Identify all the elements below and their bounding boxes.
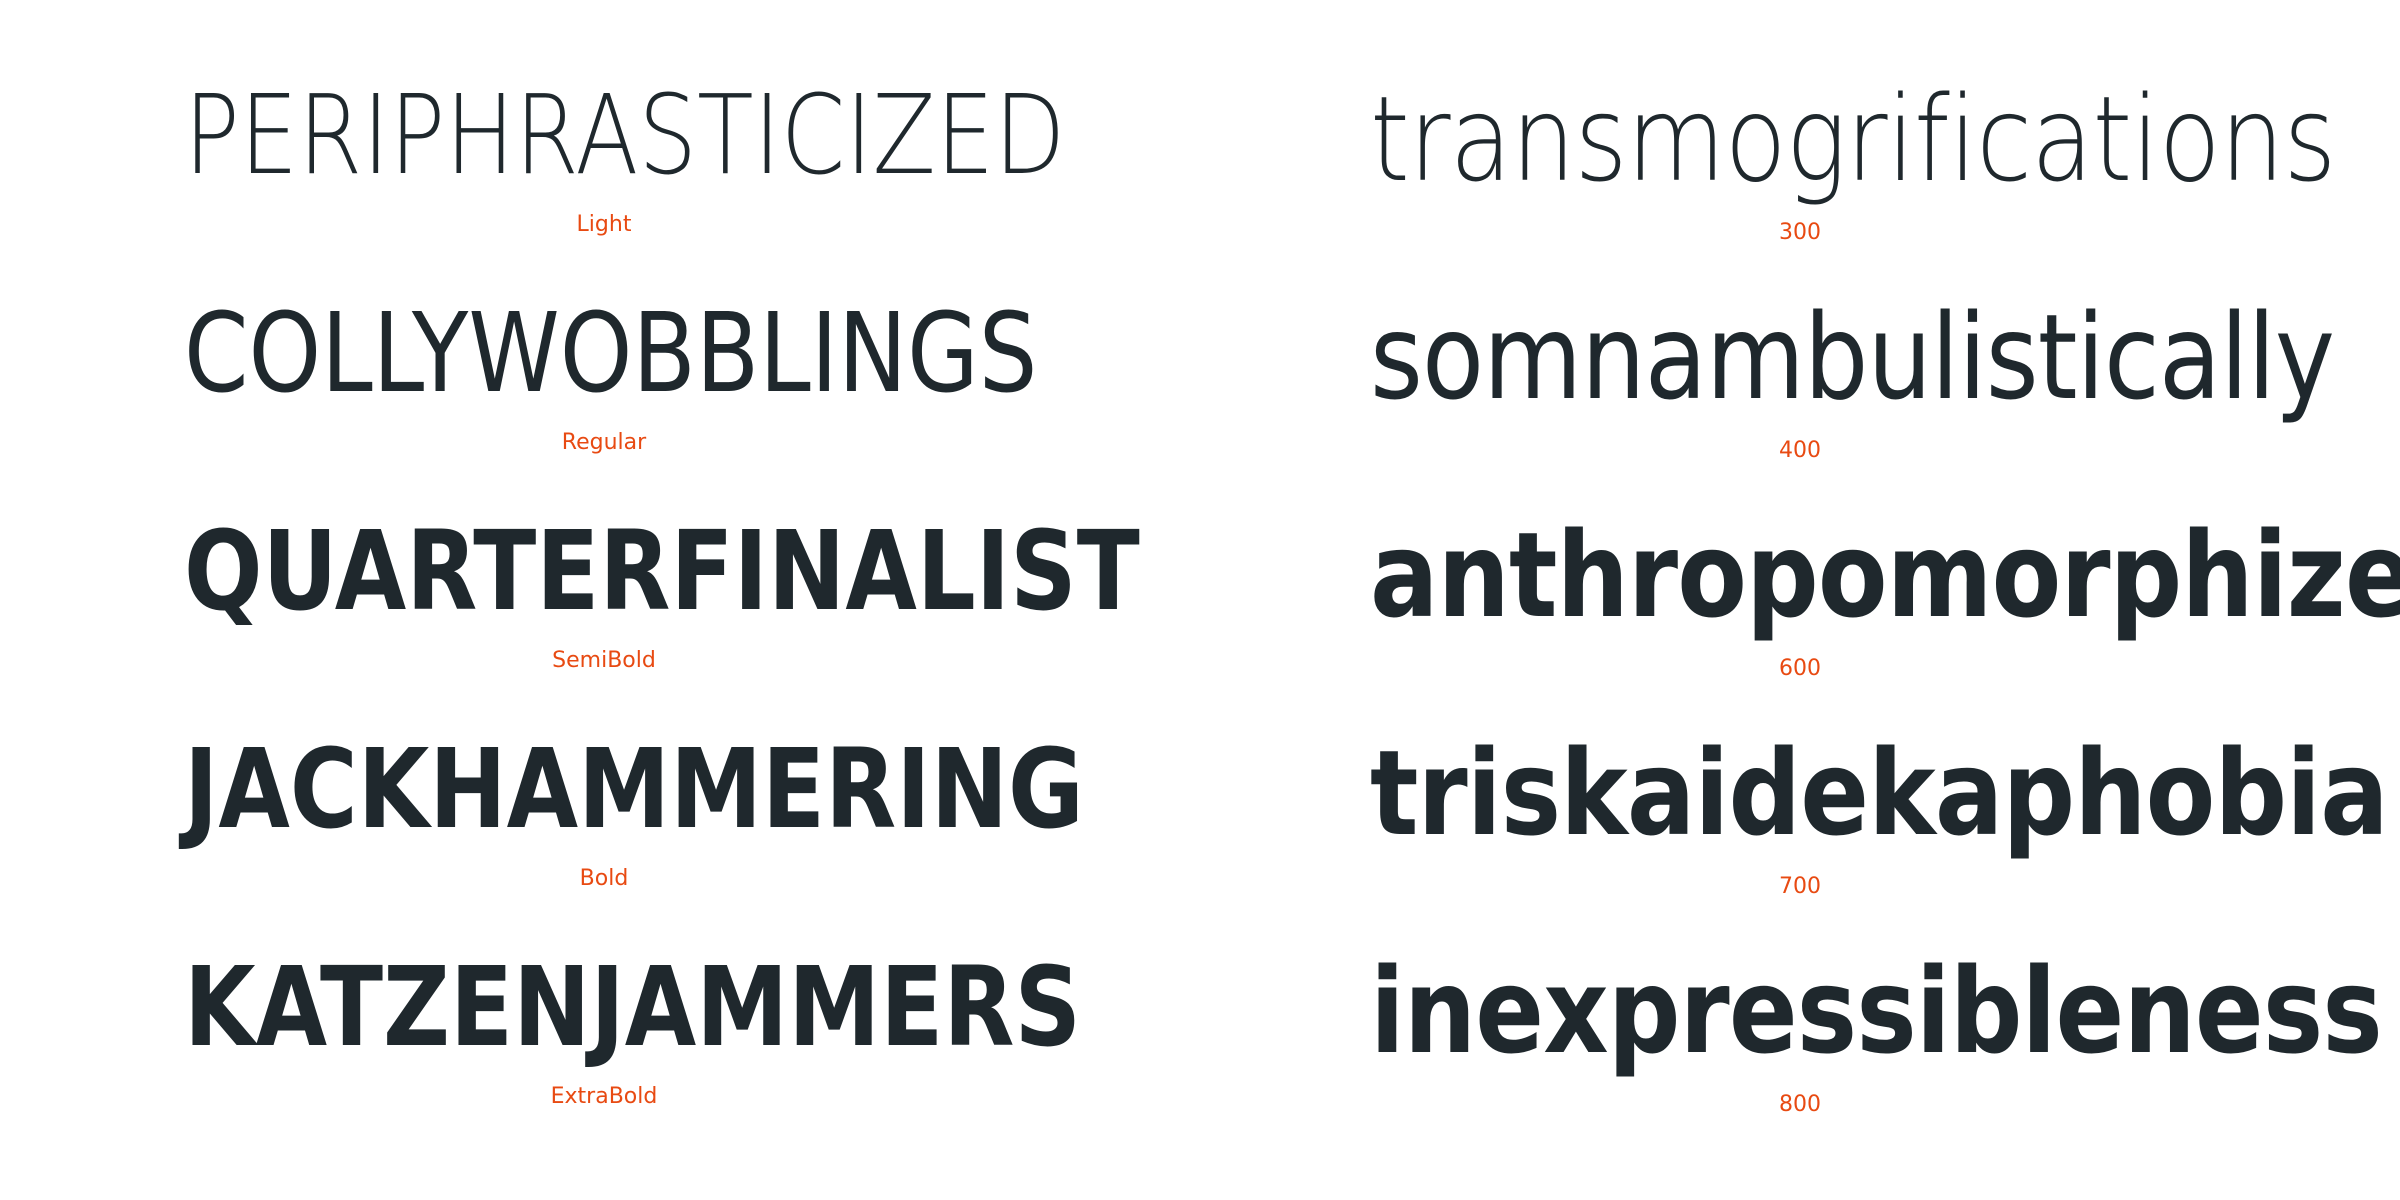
weight-label: 800 [1779,1092,1821,1117]
specimen-600: anthropomorphize 600 [1300,506,2400,681]
weight-label: 300 [1779,220,1821,245]
specimen-400: somnambulistically 400 [1300,288,2335,463]
weight-label: 700 [1779,874,1821,899]
specimen-regular: COLLYWOBBLINGS Regular [104,298,1104,454]
weight-label: ExtraBold [550,1084,658,1109]
specimen-bold: JACKHAMMERING Bold [104,734,1104,890]
weight-label: Regular [561,430,647,455]
weight-label: Light [576,212,632,237]
weight-label: 400 [1779,438,1821,463]
specimen-word: triskaidekaphobia [1370,724,2389,862]
specimen-word: QUARTERFINALIST [184,507,1140,635]
specimen-300: transmogrifications 300 [1300,70,2336,245]
weight-label: Bold [579,866,629,891]
specimen-extrabold: KATZENJAMMERS ExtraBold [104,952,1104,1108]
weight-label: SemiBold [552,648,656,673]
weight-label: 600 [1779,656,1821,681]
specimen-word: PERIPHRASTICIZED [184,71,1066,199]
specimen-word: anthropomorphize [1370,506,2400,644]
specimen-800: inexpressibleness 800 [1300,942,2383,1117]
specimen-word: transmogrifications [1370,70,2336,208]
specimen-light: PERIPHRASTICIZED Light [104,80,1104,236]
specimen-semibold: QUARTERFINALIST SemiBold [104,507,1140,673]
specimen-700: triskaidekaphobia 700 [1300,724,2389,899]
specimen-word: COLLYWOBBLINGS [184,289,1038,417]
specimen-word: JACKHAMMERING [184,725,1084,853]
specimen-word: KATZENJAMMERS [184,943,1082,1071]
specimen-word: somnambulistically [1370,288,2335,426]
specimen-word: inexpressibleness [1370,942,2383,1080]
